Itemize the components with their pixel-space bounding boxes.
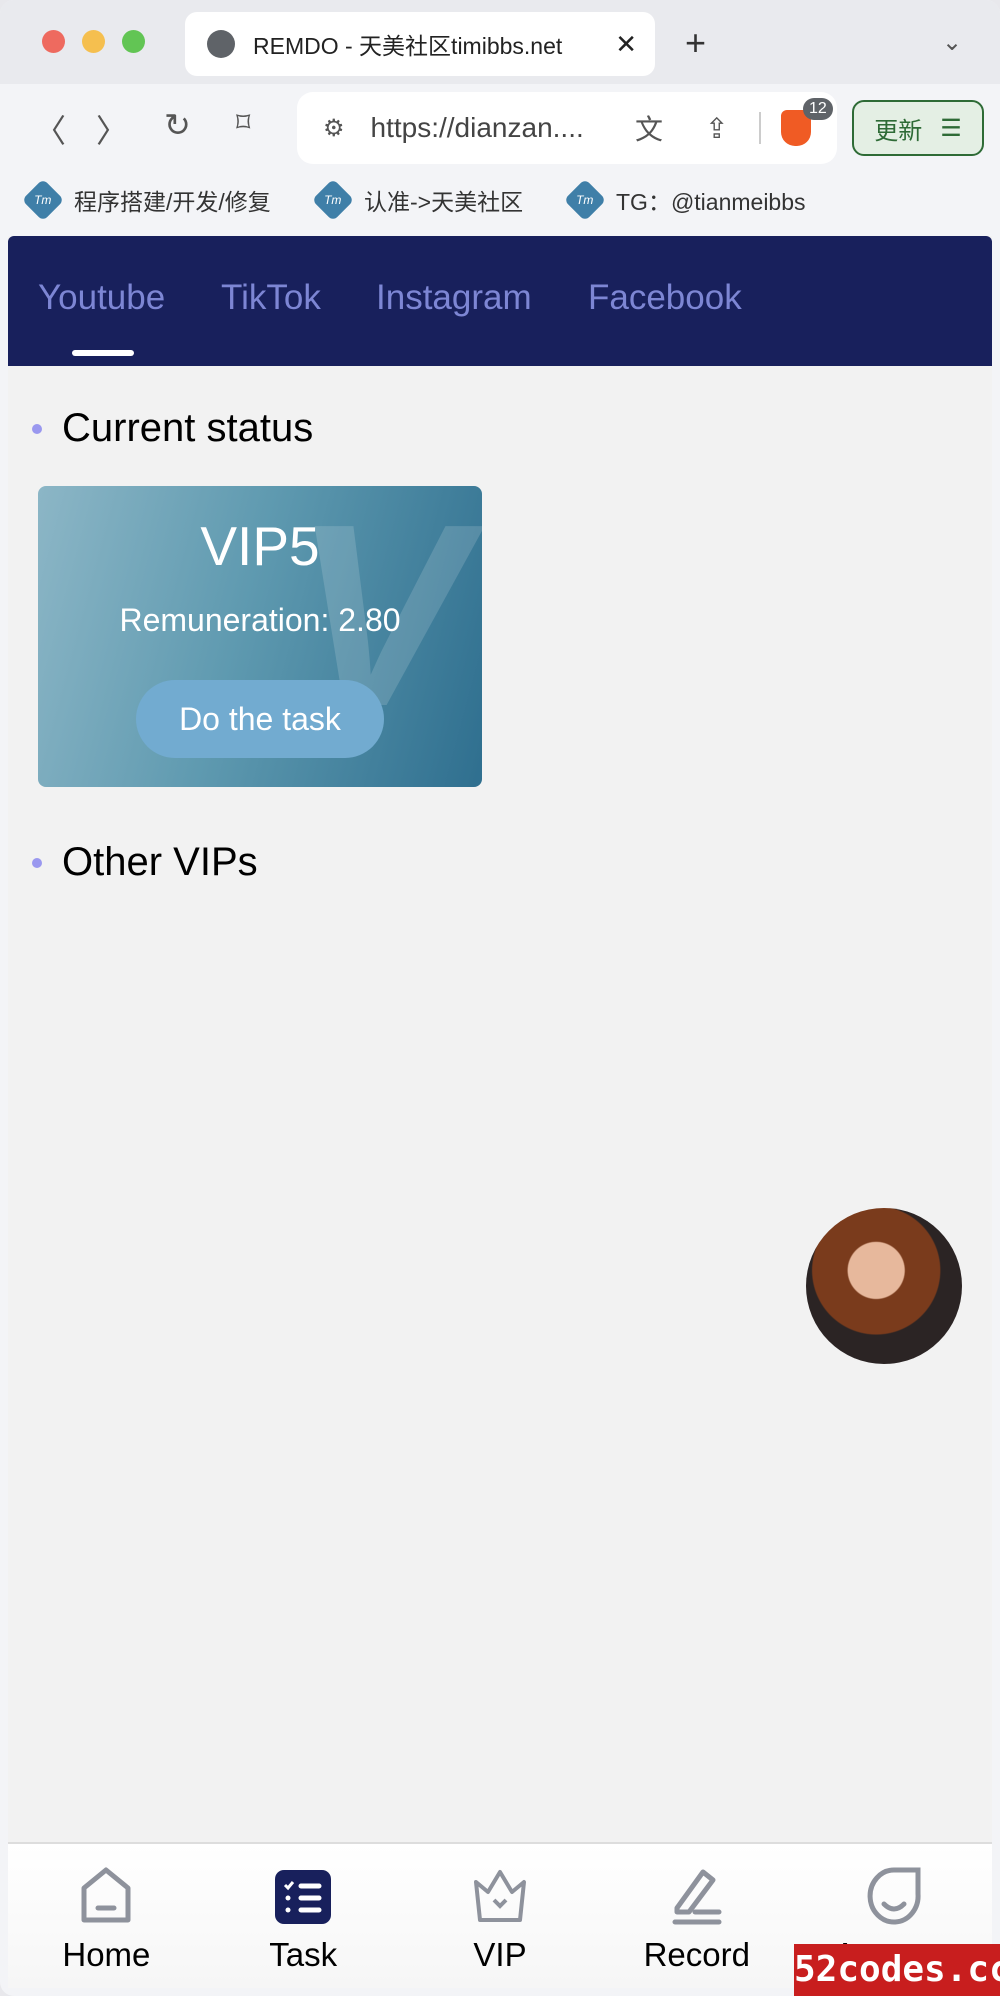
tm-logo-icon: Tm xyxy=(311,178,355,222)
tm-logo-icon: Tm xyxy=(21,178,65,222)
pen-icon xyxy=(672,1869,722,1925)
tm-logo-icon: Tm xyxy=(563,178,607,222)
close-tab-icon[interactable]: ✕ xyxy=(615,29,637,60)
nav-record[interactable]: Record xyxy=(598,1844,795,1988)
new-tab-button[interactable]: + xyxy=(685,22,706,64)
share-icon[interactable]: ⇪ xyxy=(705,112,728,145)
nav-task[interactable]: Task xyxy=(205,1844,402,1988)
vip-level: VIP5 xyxy=(200,515,320,577)
nav-label: Task xyxy=(269,1936,338,1973)
site-watermark: 52codes.cc xyxy=(794,1944,1000,1996)
bullet-dot xyxy=(32,423,42,434)
current-status-heading: Current status xyxy=(32,406,313,451)
maximize-window-button[interactable] xyxy=(122,30,145,53)
tab-strip: REMDO - 天美社区timibbs.net ✕ + ⌄ xyxy=(0,0,1000,84)
forward-icon[interactable]: 〉 xyxy=(96,106,128,152)
account-icon xyxy=(867,1867,921,1925)
bullet-dot xyxy=(32,857,42,868)
home-icon xyxy=(81,1867,131,1923)
heading-text: Current status xyxy=(62,406,314,450)
active-tab-indicator xyxy=(72,350,134,356)
nav-label: Home xyxy=(62,1936,151,1973)
remuneration: Remuneration: 2.80 xyxy=(119,602,401,638)
tab-tiktok[interactable]: TikTok xyxy=(221,278,321,318)
bookmark-item[interactable]: Tm TG：@tianmeibbs xyxy=(563,170,806,230)
shields-count: 12 xyxy=(803,98,833,120)
reload-icon[interactable]: ↻ xyxy=(164,106,191,144)
menu-icon: ☰ xyxy=(940,114,962,142)
update-button[interactable]: 更新 ☰ xyxy=(852,100,984,156)
bookmark-label: 认准->天美社区 xyxy=(364,189,524,215)
back-icon[interactable]: 〈 xyxy=(34,106,66,152)
tab-title: REMDO - 天美社区timibbs.net xyxy=(253,33,563,59)
heading-text: Other VIPs xyxy=(62,840,258,884)
bookmark-label: 程序搭建/开发/修复 xyxy=(74,189,271,215)
browser-tab[interactable]: REMDO - 天美社区timibbs.net ✕ xyxy=(185,12,655,76)
page-content: Youtube TikTok Instagram Facebook Curren… xyxy=(8,236,992,1988)
tab-instagram[interactable]: Instagram xyxy=(376,278,532,318)
bookmark-icon[interactable]: ⌑ xyxy=(236,106,250,139)
url-text: https://dianzan.... xyxy=(370,112,584,143)
minimize-window-button[interactable] xyxy=(82,30,105,53)
do-task-button[interactable]: Do the task xyxy=(136,680,384,758)
task-list-icon xyxy=(275,1870,332,1924)
vip-status-card: V VIP5 Remuneration: 2.80 Do the task xyxy=(38,486,482,787)
bookmark-item[interactable]: Tm 认准->天美社区 xyxy=(311,170,524,230)
bookmark-label: TG：@tianmeibbs xyxy=(616,189,806,215)
platform-tabs: Youtube TikTok Instagram Facebook xyxy=(8,236,992,366)
site-settings-icon[interactable]: ⚙ xyxy=(323,114,345,143)
tab-facebook[interactable]: Facebook xyxy=(588,278,742,318)
toolbar: 〈 〉 ↻ ⌑ ⚙ https://dianzan.... 文 ⇪ 12 更新 ☰ xyxy=(0,84,1000,170)
nav-vip[interactable]: VIP xyxy=(402,1844,599,1988)
update-label: 更新 xyxy=(874,117,923,145)
crown-icon xyxy=(473,1870,526,1922)
tab-list-chevron-icon[interactable]: ⌄ xyxy=(942,28,962,57)
nav-label: Record xyxy=(643,1936,750,1973)
globe-icon xyxy=(207,30,235,58)
other-vips-heading: Other VIPs xyxy=(32,840,258,885)
customer-service-avatar[interactable] xyxy=(806,1208,962,1364)
nav-label: VIP xyxy=(473,1936,527,1973)
tab-youtube[interactable]: Youtube xyxy=(38,278,165,318)
bookmark-item[interactable]: Tm 程序搭建/开发/修复 xyxy=(21,170,271,230)
nav-home[interactable]: Home xyxy=(8,1844,205,1988)
address-bar[interactable]: ⚙ https://dianzan.... 文 ⇪ 12 xyxy=(297,92,837,164)
translate-icon[interactable]: 文 xyxy=(635,108,663,148)
close-window-button[interactable] xyxy=(42,30,65,53)
browser-window: REMDO - 天美社区timibbs.net ✕ + ⌄ 〈 〉 ↻ ⌑ ⚙ … xyxy=(0,0,1000,1996)
divider xyxy=(759,112,761,144)
